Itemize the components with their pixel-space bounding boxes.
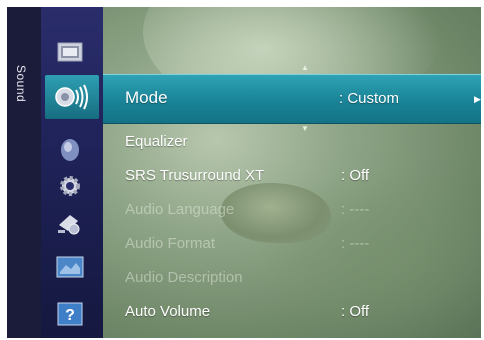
picture-icon[interactable] <box>55 37 85 67</box>
menu-item-audio-description: Audio Description <box>103 269 481 293</box>
menu-item-value: : Custom <box>339 90 400 107</box>
menu-item-srs-trusurround[interactable]: SRS Trusurround XT : Off <box>103 167 481 191</box>
svg-text:?: ? <box>65 307 75 324</box>
menu-item-value: : Off <box>341 167 370 184</box>
menu-item-label: Equalizer <box>125 133 188 150</box>
scroll-up-icon[interactable]: ▲ <box>301 63 309 72</box>
channel-icon[interactable] <box>55 135 85 165</box>
tv-menu-screen: Sound ? ▲ Mode: Custom ▶ ▼ Equalizer SR… <box>7 7 481 338</box>
menu-item-value: : ---- <box>341 201 370 218</box>
menu-item-label: SRS Trusurround XT <box>125 167 265 184</box>
menu-item-audio-format: Audio Format : ---- <box>103 235 481 259</box>
setup-icon[interactable] <box>55 171 85 201</box>
menu-panel: ▲ Mode : Custom ▶ ▼ Equalizer SRS Trusur… <box>103 7 481 338</box>
menu-item-label: Mode <box>125 88 168 107</box>
menu-item-label: Audio Format <box>125 235 216 252</box>
menu-item-label: Auto Volume <box>125 303 211 320</box>
support-icon[interactable]: ? <box>55 299 85 329</box>
sound-icon[interactable] <box>45 75 99 119</box>
menu-item-value: : Off <box>341 303 370 320</box>
category-label: Sound <box>14 65 28 103</box>
menu-item-mode[interactable]: Mode : Custom ▶ <box>103 74 481 124</box>
menu-item-auto-volume[interactable]: Auto Volume : Off <box>103 303 481 327</box>
menu-item-audio-language: Audio Language : ---- <box>103 201 481 225</box>
menu-item-label: Audio Description <box>125 269 243 286</box>
category-tab: Sound <box>7 7 41 338</box>
menu-item-value: : ---- <box>341 235 370 252</box>
chevron-right-icon: ▶ <box>474 94 481 104</box>
scroll-down-icon[interactable]: ▼ <box>301 124 309 133</box>
menu-item-equalizer[interactable]: Equalizer <box>103 133 481 157</box>
input-icon[interactable] <box>55 209 85 239</box>
category-icon-column: ? <box>41 7 103 338</box>
menu-item-label: Audio Language <box>125 201 235 218</box>
application-icon[interactable] <box>55 253 85 283</box>
